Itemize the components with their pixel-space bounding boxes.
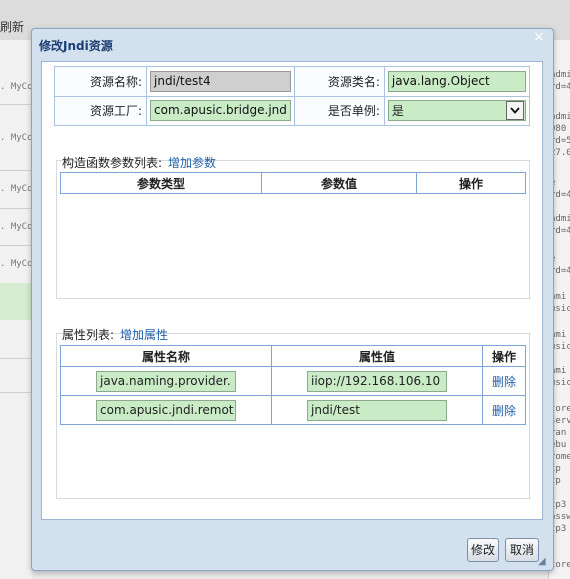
param-value-header: 参数值: [261, 172, 417, 194]
delete-property-link[interactable]: 删除: [492, 404, 516, 418]
add-property-link[interactable]: 增加属性: [120, 328, 168, 342]
delete-property-link[interactable]: 删除: [492, 375, 516, 389]
property-name-input[interactable]: com.apusic.jndi.remot: [96, 399, 236, 421]
property-value-input[interactable]: iiop://192.168.106.10: [307, 370, 447, 392]
background-row-text: . MyCo: [0, 82, 32, 92]
singleton-select[interactable]: 是: [387, 100, 526, 122]
properties-table: 属性名称 属性值 操作 java.naming.provider. iiop:/…: [60, 345, 526, 425]
singleton-label: 是否单例:: [293, 95, 385, 126]
refresh-button[interactable]: 刷新: [0, 18, 24, 35]
property-name-header: 属性名称: [60, 345, 272, 367]
dialog-body: 资源名称: jndi/test4 资源类名: java.lang.Object …: [41, 61, 543, 520]
edit-jndi-dialog: 修改Jndi资源 × 资源名称: jndi/test4 资源类名: java.l…: [31, 28, 554, 571]
resource-fields-table: 资源名称: jndi/test4 资源类名: java.lang.Object …: [54, 66, 531, 126]
constructor-params-table: 参数类型 参数值 操作: [60, 172, 526, 194]
divider: [0, 170, 32, 171]
table-row: com.apusic.jndi.remot jndi/test 删除: [60, 395, 526, 425]
param-type-header: 参数类型: [60, 172, 262, 194]
close-icon[interactable]: ×: [532, 30, 546, 44]
constructor-params-header: 构造函数参数列表: 增加参数: [62, 154, 216, 171]
dialog-title: 修改Jndi资源: [39, 39, 113, 53]
resource-name-input[interactable]: jndi/test4: [150, 70, 291, 92]
divider: [0, 208, 32, 209]
constructor-params-label: 构造函数参数列表:: [62, 156, 163, 170]
property-value-header: 属性值: [271, 345, 483, 367]
divider: [0, 358, 32, 359]
divider: [0, 245, 32, 246]
modify-button[interactable]: 修改: [467, 538, 499, 562]
background-selected-row: [0, 283, 32, 320]
property-name-input[interactable]: java.naming.provider.: [96, 370, 236, 392]
resource-factory-input[interactable]: com.apusic.bridge.jnd: [150, 100, 291, 122]
resource-class-label: 资源类名:: [293, 66, 385, 97]
chevron-down-icon[interactable]: [506, 101, 524, 121]
param-action-header: 操作: [416, 172, 526, 194]
add-param-link[interactable]: 增加参数: [168, 156, 216, 170]
background-row-text: . MyCo: [0, 259, 32, 269]
background-row-text: . MyCo: [0, 184, 32, 194]
resource-class-input[interactable]: java.lang.Object: [387, 70, 526, 92]
resize-grip-icon[interactable]: ◢: [538, 556, 546, 567]
properties-label: 属性列表:: [62, 328, 115, 342]
background-row-text: . MyCo: [0, 133, 32, 143]
property-action-header: 操作: [482, 345, 526, 367]
resource-factory-label: 资源工厂:: [54, 95, 147, 126]
table-row: java.naming.provider. iiop://192.168.106…: [60, 366, 526, 396]
resource-name-label: 资源名称:: [54, 66, 147, 97]
background-row-text: . MyCo: [0, 222, 32, 232]
divider: [0, 392, 32, 393]
properties-header: 属性列表: 增加属性: [62, 326, 168, 343]
singleton-selected-value: 是: [391, 104, 404, 119]
property-value-input[interactable]: jndi/test: [307, 399, 447, 421]
cancel-button[interactable]: 取消: [505, 538, 539, 562]
divider: [0, 104, 32, 105]
